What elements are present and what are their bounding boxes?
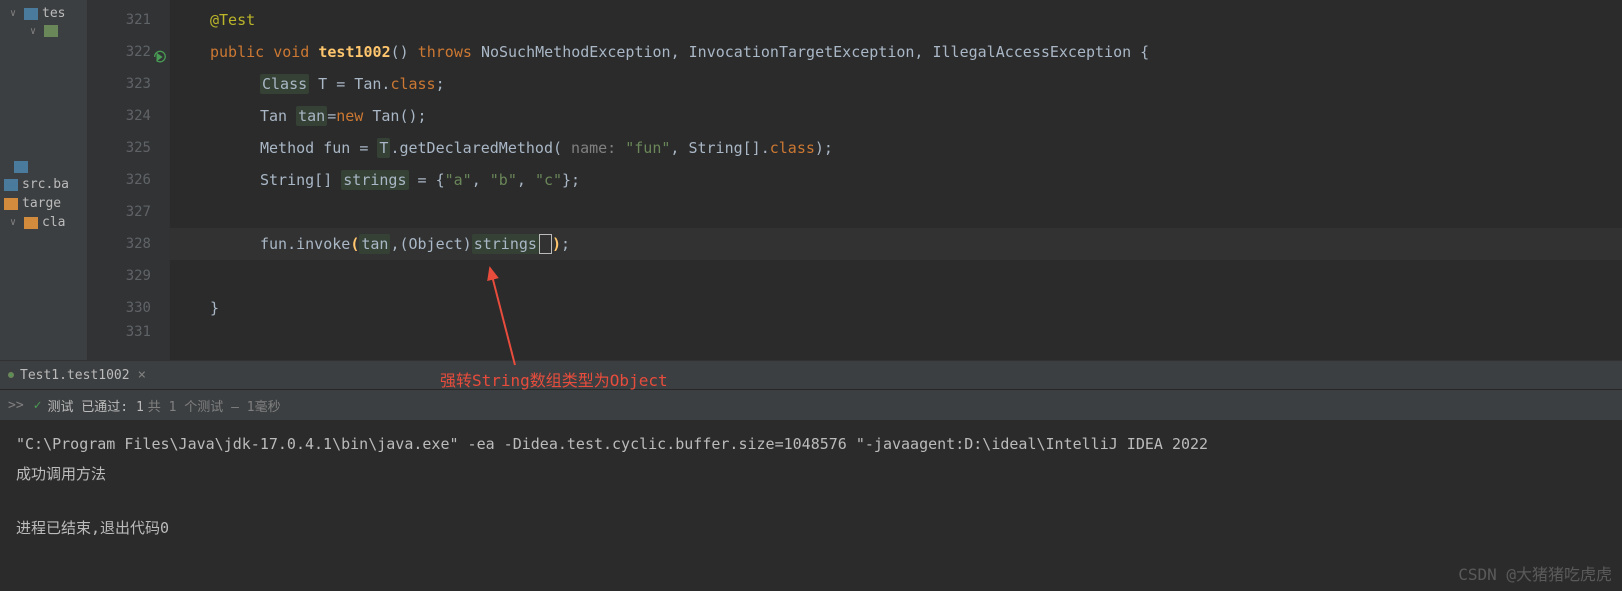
tree-item[interactable]: ∨ cla bbox=[0, 213, 87, 232]
run-tab-bar: Test1.test1002 × bbox=[0, 360, 1622, 390]
run-tab-label[interactable]: Test1.test1002 bbox=[20, 368, 130, 383]
code-text: Method fun = T.getDeclaredMethod( name: … bbox=[260, 138, 833, 158]
code-text: Class T = Tan.class; bbox=[260, 74, 445, 94]
folder-icon bbox=[24, 8, 38, 20]
folder-icon bbox=[24, 217, 38, 229]
tree-label: tes bbox=[42, 6, 65, 21]
tree-item[interactable]: targe bbox=[0, 194, 87, 213]
chevron-down-icon: ∨ bbox=[30, 26, 42, 37]
check-icon: ✓ bbox=[34, 398, 42, 413]
chevron-down-icon: ∨ bbox=[10, 217, 22, 228]
line-number: 322 bbox=[88, 36, 169, 68]
project-tree[interactable]: ∨tes ∨ src.ba targe ∨cla bbox=[0, 0, 88, 360]
line-number: 330 bbox=[88, 292, 169, 324]
console-line: "C:\Program Files\Java\jdk-17.0.4.1\bin\… bbox=[16, 432, 1606, 456]
line-number: 327 bbox=[88, 196, 169, 228]
folder-icon bbox=[4, 179, 18, 191]
code-annotation: @Test bbox=[210, 11, 255, 29]
tree-item[interactable]: src.ba bbox=[0, 175, 87, 194]
watermark: CSDN @大猪猪吃虎虎 bbox=[1458, 561, 1612, 585]
code-text: fun.invoke(tan,(Object)strings ); bbox=[260, 234, 570, 254]
console-line: 进程已结束,退出代码0 bbox=[16, 516, 1606, 540]
test-pass-icon bbox=[8, 372, 14, 378]
line-number: 323 bbox=[88, 68, 169, 100]
line-number: 328 bbox=[88, 228, 169, 260]
code-text: Tan tan=new Tan(); bbox=[260, 106, 427, 126]
status-text: 测试 已通过: 1 bbox=[47, 396, 143, 415]
code-text: String[] strings = {"a", "b", "c"}; bbox=[260, 170, 580, 190]
line-number: 321 bbox=[88, 4, 169, 36]
line-number: 325 bbox=[88, 132, 169, 164]
tree-item[interactable] bbox=[0, 159, 87, 175]
tree-item[interactable]: ∨ bbox=[0, 23, 87, 39]
chevron-down-icon: ∨ bbox=[10, 8, 22, 19]
console-line: 成功调用方法 bbox=[16, 462, 1606, 486]
status-suffix: 共 1 个测试 – 1毫秒 bbox=[148, 396, 281, 415]
folder-icon bbox=[4, 198, 18, 210]
line-number: 326 bbox=[88, 164, 169, 196]
close-icon[interactable]: × bbox=[138, 367, 146, 383]
line-number: 331 bbox=[88, 324, 169, 340]
console-output[interactable]: "C:\Program Files\Java\jdk-17.0.4.1\bin\… bbox=[0, 420, 1622, 591]
tree-label: targe bbox=[22, 196, 61, 211]
code-editor[interactable]: @Test public void test1002() throws NoSu… bbox=[170, 0, 1622, 360]
tree-label: cla bbox=[42, 215, 65, 230]
test-status-bar: >> ✓ 测试 已通过: 1 共 1 个测试 – 1毫秒 bbox=[0, 390, 1622, 420]
tree-label: src.ba bbox=[22, 177, 69, 192]
code-text: public void test1002() throws NoSuchMeth… bbox=[210, 43, 1149, 61]
line-number: 329 bbox=[88, 260, 169, 292]
editor-gutter: 321 322 323 324 325 326 327 328 329 330 … bbox=[88, 0, 170, 360]
folder-icon bbox=[14, 161, 28, 173]
tree-item[interactable]: ∨ tes bbox=[0, 4, 87, 23]
chevrons-icon[interactable]: >> bbox=[8, 398, 24, 413]
line-number: 324 bbox=[88, 100, 169, 132]
folder-icon bbox=[44, 25, 58, 37]
code-text: } bbox=[210, 299, 219, 317]
